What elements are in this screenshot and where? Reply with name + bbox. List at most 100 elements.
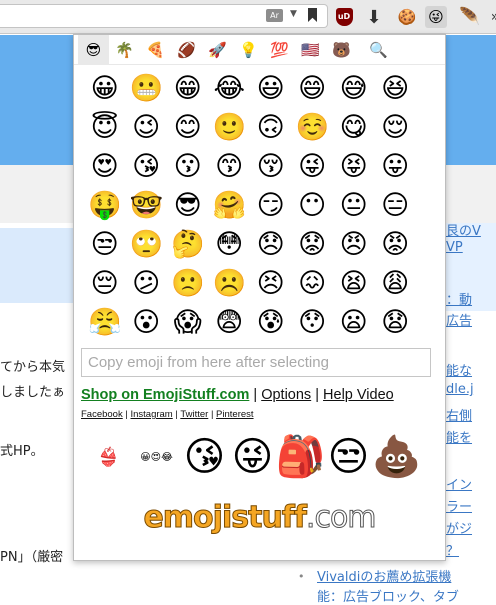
emoji-button[interactable]: 😄 [292,69,334,108]
reader-view-icon[interactable]: Ar [266,9,283,22]
emoji-button[interactable]: 😕 [126,264,168,303]
chevron-down-icon[interactable]: ▼ [290,9,297,19]
emoji-button[interactable]: 😩 [375,264,417,303]
sidebar-link[interactable]: がジ [446,518,472,537]
shop-link[interactable]: Shop on EmojiStuff.com [81,387,249,403]
search-icon[interactable]: 🔍 [363,35,394,65]
sidebar-link[interactable]: 能な [446,360,472,379]
emoji-swimsuit-product[interactable]: 👙 [86,433,131,481]
sidebar-article-link[interactable]: 能：広告ブロック、タブ [317,586,459,605]
sidebar-link[interactable]: 艮のV [446,220,481,239]
winking-tongue-pillow-product[interactable]: 😜 [230,433,275,481]
emoji-button[interactable]: 😶 [292,186,334,225]
emojistuff-logo[interactable]: emojistuff.com [74,500,445,536]
sidebar-article-link[interactable]: Vivaldiのお薦め拡張機 [317,566,451,585]
twitter-link[interactable]: Twitter [180,409,208,420]
emoji-button[interactable]: 🤗 [209,186,251,225]
overflow-menu-icon[interactable]: » [484,6,496,28]
emoji-button[interactable]: 😙 [209,147,251,186]
emoji-collage-product[interactable]: 😀😍😂 [134,433,179,481]
emoji-button[interactable]: 😫 [333,264,375,303]
emoji-button[interactable]: 😋 [333,108,375,147]
emoji-button[interactable]: 🤑 [84,186,126,225]
emoji-button[interactable]: 😖 [292,264,334,303]
category-travel-tab[interactable]: 🚀 [202,35,233,65]
emoji-button[interactable]: 😜 [292,147,334,186]
help-video-link[interactable]: Help Video [323,387,394,403]
copy-emoji-input[interactable]: Copy emoji from here after selecting [81,348,431,377]
emoji-button[interactable]: 😐 [333,186,375,225]
sidebar-link[interactable]: イン [446,474,472,493]
emoji-button[interactable]: 😃 [250,69,292,108]
emoji-button[interactable]: 😬 [126,69,168,108]
emoji-button[interactable]: 😠 [333,225,375,264]
emoji-button[interactable]: 😝 [333,147,375,186]
category-animals-tab[interactable]: 🐻 [326,35,357,65]
emoji-button[interactable]: 😁 [167,69,209,108]
emoji-button[interactable]: 😀 [84,69,126,108]
emoji-button[interactable]: 😰 [250,303,292,342]
emoji-button[interactable]: 😞 [250,225,292,264]
category-nature-tab[interactable]: 🌴 [109,35,140,65]
sidebar-link[interactable]: ？ [446,540,459,559]
options-link[interactable]: Options [261,387,311,403]
category-flags-tab[interactable]: 🇺🇸 [295,35,326,65]
sidebar-link[interactable]: ラー [446,496,472,515]
emoji-button[interactable]: 😍 [84,147,126,186]
emoji-button[interactable]: 😯 [292,303,334,342]
emoji-button[interactable]: 😌 [375,108,417,147]
emoji-button[interactable]: 😊 [167,108,209,147]
emoji-button[interactable]: 🙁 [167,264,209,303]
emoji-button[interactable]: 😑 [375,186,417,225]
emoji-button[interactable]: 🙃 [250,108,292,147]
emoji-button[interactable]: 😉 [126,108,168,147]
sidebar-link[interactable]: dle.j [446,382,474,397]
emoji-button[interactable]: 😅 [333,69,375,108]
emoji-extension-icon[interactable]: 😜 [425,6,447,28]
instagram-link[interactable]: Instagram [130,409,172,420]
sidebar-link[interactable]: 右側 [446,405,472,424]
emoji-button[interactable]: 😳 [209,225,251,264]
emoji-button[interactable]: 😏 [250,186,292,225]
emoji-button[interactable]: 😒 [84,225,126,264]
download-icon[interactable]: ⬇ [363,6,385,28]
feather-icon[interactable]: 🪶 [459,6,481,28]
emoji-button[interactable]: 😆 [375,69,417,108]
emoji-button[interactable]: ☹️ [209,264,251,303]
pinterest-link[interactable]: Pinterest [216,409,254,420]
emoji-button[interactable]: 😔 [84,264,126,303]
category-activity-tab[interactable]: 🏈 [171,35,202,65]
facebook-link[interactable]: Facebook [81,409,123,420]
emoji-button[interactable]: 😛 [375,147,417,186]
emoji-button[interactable]: 🙄 [126,225,168,264]
sidebar-link[interactable]: 広告 [446,310,472,329]
sidebar-link[interactable]: ：動 [446,289,472,308]
emoji-button[interactable]: 😟 [292,225,334,264]
emoji-button[interactable]: 😚 [250,147,292,186]
emoji-button[interactable]: 😮 [126,303,168,342]
emoji-button[interactable]: 😧 [375,303,417,342]
category-objects-tab[interactable]: 💡 [233,35,264,65]
cookie-icon[interactable]: 🍪 [396,6,418,28]
emoji-button[interactable]: 😣 [250,264,292,303]
unamused-pillow-product[interactable]: 😒 [326,433,371,481]
emoji-button[interactable]: 🤔 [167,225,209,264]
emoji-button[interactable]: ☺️ [292,108,334,147]
emoji-button[interactable]: 🤓 [126,186,168,225]
kissing-pillow-product[interactable]: 😘 [182,433,227,481]
emoji-button[interactable]: 😎 [167,186,209,225]
ublock-origin-icon[interactable]: uD [333,6,355,28]
emoji-backpack-product[interactable]: 🎒 [276,433,326,481]
sidebar-link[interactable]: VP [446,240,463,255]
emoji-button[interactable]: 😦 [333,303,375,342]
emoji-button[interactable]: 😘 [126,147,168,186]
category-smileys-tab[interactable]: 😎 [78,35,109,65]
poop-pillow-product[interactable]: 💩 [372,433,422,481]
emoji-button[interactable]: 😱 [167,303,209,342]
emoji-button[interactable]: 🙂 [209,108,251,147]
emoji-button[interactable]: 😡 [375,225,417,264]
category-symbols-tab[interactable]: 💯 [264,35,295,65]
emoji-button[interactable]: 😂 [209,69,251,108]
emoji-button[interactable]: 😤 [84,303,126,342]
category-food-tab[interactable]: 🍕 [140,35,171,65]
